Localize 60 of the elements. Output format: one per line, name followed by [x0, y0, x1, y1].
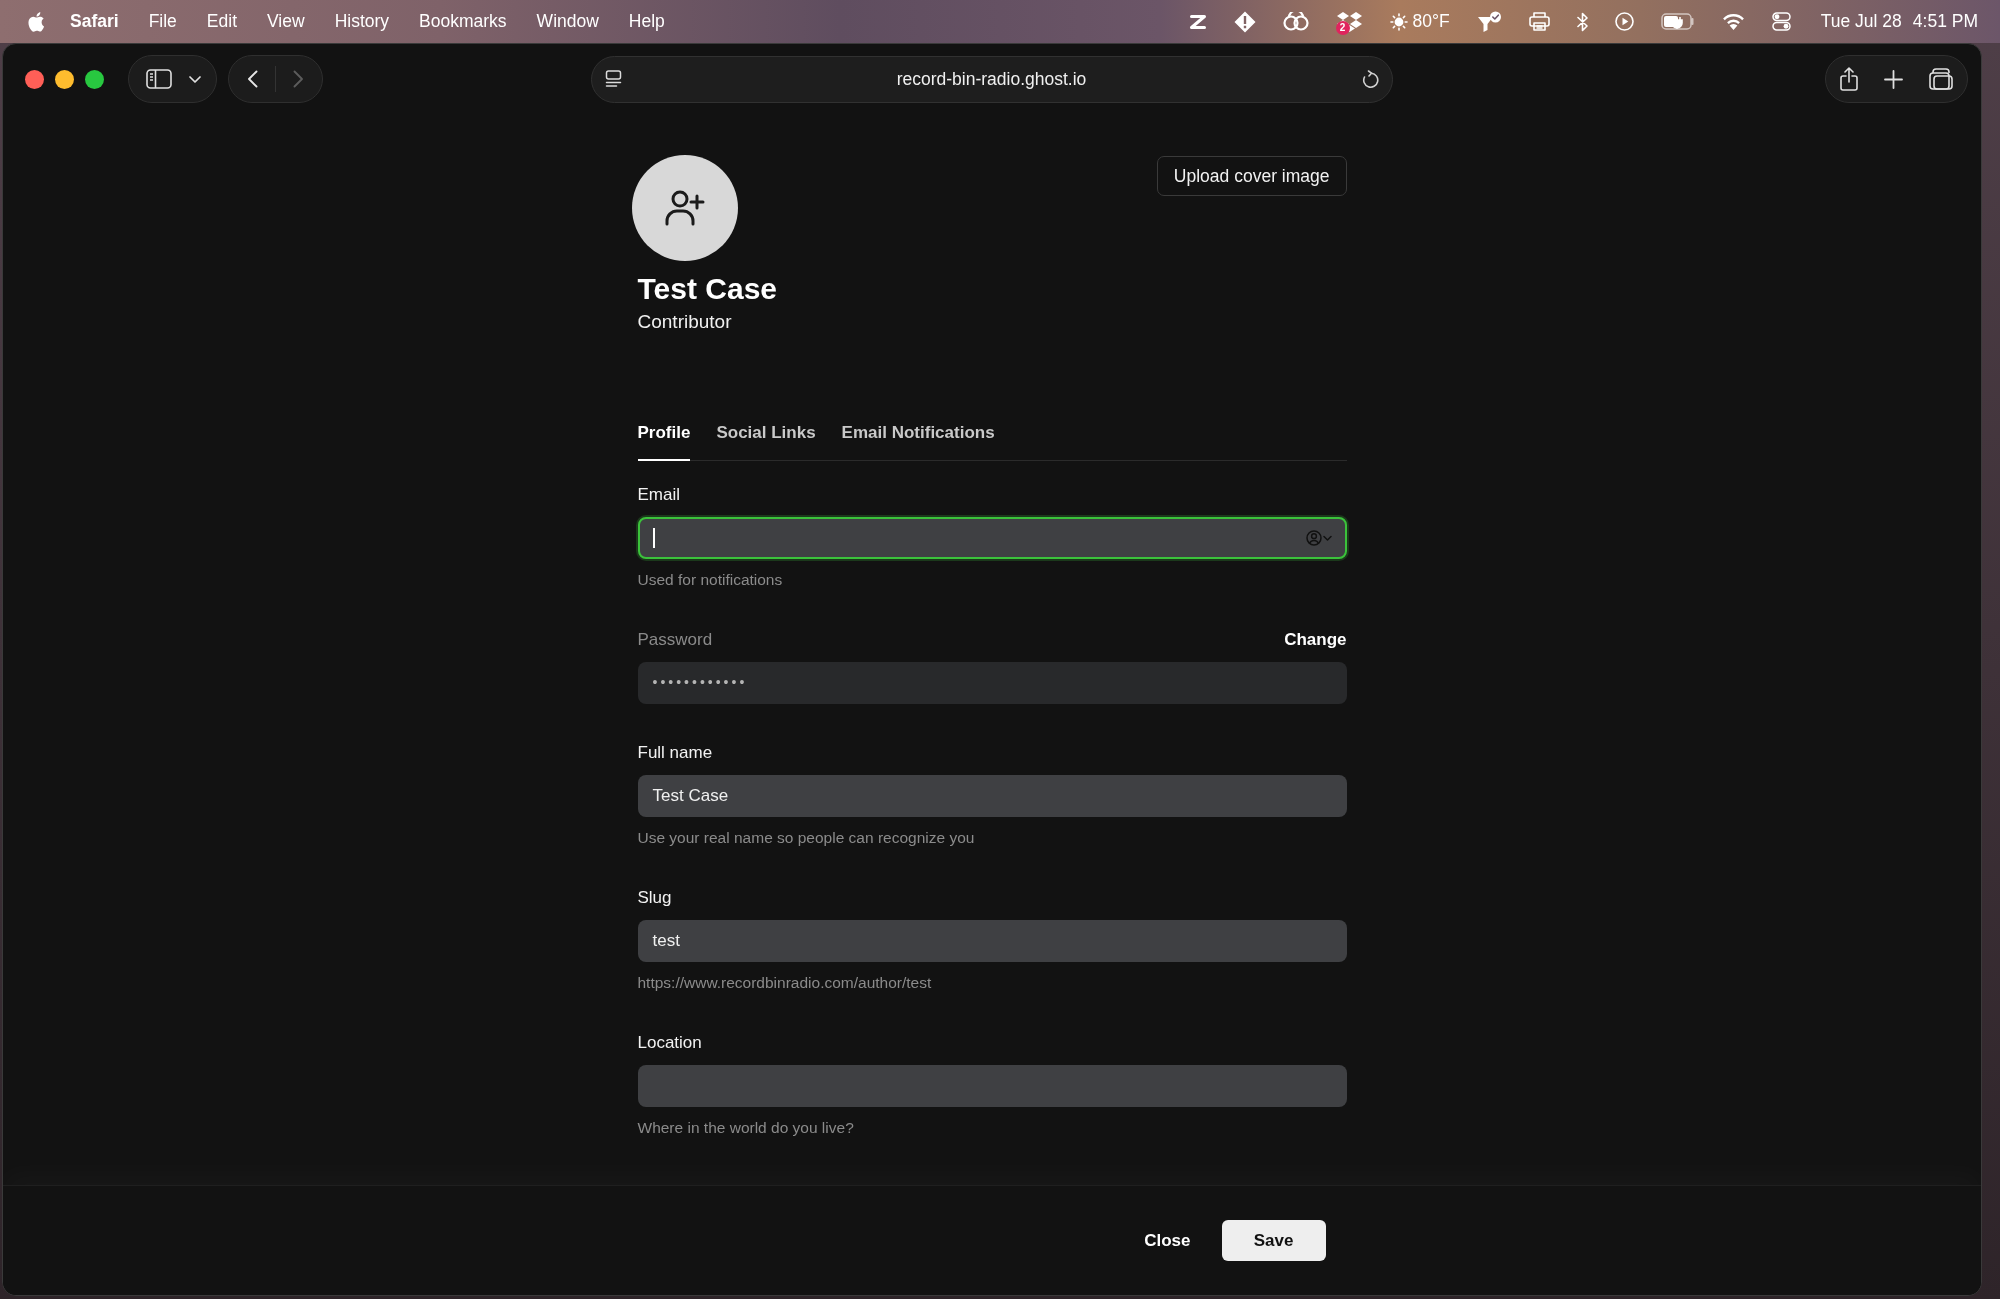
wifi-icon[interactable] — [1721, 13, 1745, 30]
printer-icon[interactable] — [1528, 12, 1550, 31]
tab[interactable]: Email Notifications — [841, 415, 995, 461]
field-label: Slug — [637, 886, 672, 909]
zoom-window-button[interactable] — [85, 69, 104, 89]
field-label: Email — [637, 483, 680, 506]
share-icon[interactable] — [1840, 67, 1858, 91]
field-label: Password — [637, 628, 713, 651]
bluetooth-icon[interactable] — [1576, 11, 1588, 32]
address-bar[interactable]: record-bin-radio.ghost.io — [591, 55, 1393, 103]
helper-text: https://www.recordbinradio.com/author/test — [637, 972, 933, 993]
field-label: Full name — [637, 741, 713, 764]
menu-bar-clock[interactable]: 4:51 PM — [1912, 8, 1978, 35]
apple-icon[interactable] — [27, 11, 44, 32]
linked-loops-icon[interactable] — [1282, 11, 1309, 32]
upload-cover-button[interactable]: Upload cover image — [1156, 156, 1347, 196]
page-menu-icon[interactable] — [605, 70, 622, 88]
plus-icon[interactable] — [1884, 69, 1903, 89]
weather-temperature[interactable]: 80°F — [1412, 8, 1450, 35]
text-field[interactable]: test — [637, 919, 1347, 962]
text-field[interactable]: Test Case — [637, 774, 1347, 817]
chevron-down-icon[interactable] — [189, 75, 201, 83]
tab[interactable]: Profile — [637, 415, 691, 461]
tabs-overview-icon[interactable] — [1929, 68, 1953, 90]
helper-text: Use your real name so people can recognize you — [637, 827, 976, 848]
sun-icon[interactable] — [1389, 12, 1408, 31]
alert-diamond-icon[interactable] — [1233, 10, 1256, 33]
menu-item[interactable]: History — [334, 8, 390, 35]
app-menu[interactable]: Safari — [70, 8, 119, 35]
profile-role: Contributor — [637, 310, 733, 334]
menu-bar-date[interactable]: Tue Jul 28 — [1820, 8, 1902, 35]
field-label: Location — [637, 1031, 702, 1054]
toggles-icon[interactable] — [1771, 12, 1791, 31]
helper-text: Used for notifications — [637, 569, 784, 590]
email-field[interactable] — [637, 516, 1347, 559]
url-text: record-bin-radio.ghost.io — [895, 67, 1088, 91]
menu-item[interactable]: File — [148, 8, 177, 35]
sidebar-icon[interactable] — [146, 69, 172, 89]
text-field[interactable] — [637, 1064, 1347, 1107]
profile-name: Test Case — [637, 271, 777, 307]
notification-badge: 2 — [1335, 20, 1350, 35]
menu-item[interactable]: Edit — [206, 8, 237, 35]
play-circle-icon[interactable] — [1614, 12, 1634, 31]
tab[interactable]: Social Links — [716, 415, 816, 461]
battery-charging-icon[interactable] — [1660, 13, 1695, 30]
menu-item[interactable]: View — [267, 8, 305, 35]
reload-icon[interactable] — [1361, 69, 1379, 89]
back-chevron-icon[interactable] — [247, 70, 258, 88]
save-button[interactable]: Save — [1221, 1220, 1326, 1261]
user-plus-icon — [664, 190, 705, 226]
helper-text: Where in the world do you live? — [637, 1117, 855, 1138]
menu-item[interactable]: Help — [628, 8, 665, 35]
text-cursor-icon — [652, 527, 655, 548]
zigzag-icon[interactable] — [1188, 13, 1207, 30]
close-button[interactable]: Close — [1128, 1220, 1207, 1261]
close-window-button[interactable] — [25, 69, 44, 89]
menu-item[interactable]: Bookmarks — [419, 8, 507, 35]
menu-item[interactable]: Window — [536, 8, 599, 35]
funnel-check-icon[interactable] — [1476, 10, 1502, 33]
minimize-window-button[interactable] — [55, 69, 74, 89]
